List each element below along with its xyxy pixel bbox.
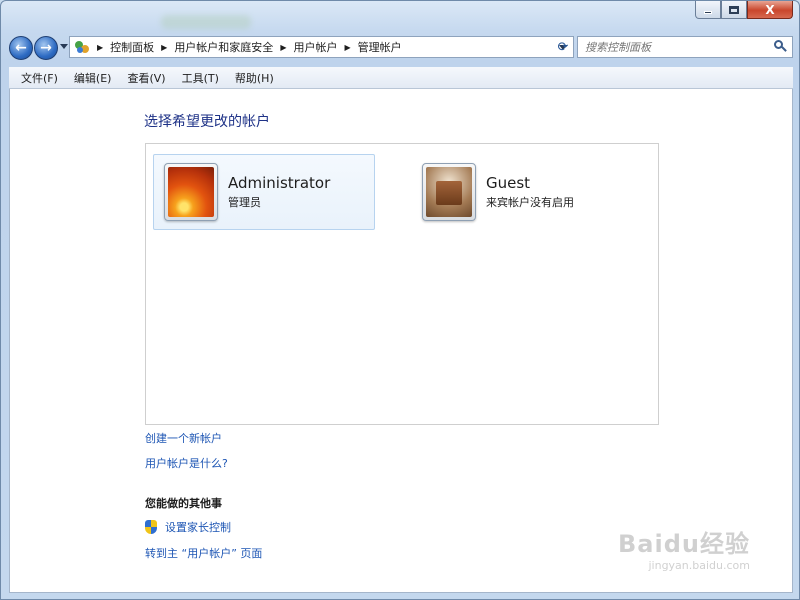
menu-bar: 文件(F) 编辑(E) 查看(V) 工具(T) 帮助(H) — [9, 67, 793, 89]
refresh-icon: ⟳ — [557, 39, 569, 55]
chevron-right-icon[interactable]: ▶ — [344, 43, 350, 52]
avatar — [164, 163, 218, 221]
maximize-button[interactable] — [721, 1, 747, 19]
close-icon: X — [765, 2, 775, 17]
recent-pages-dropdown[interactable] — [60, 44, 68, 49]
page-title: 选择希望更改的帐户 — [144, 114, 270, 130]
briefcase-avatar-icon — [426, 167, 472, 217]
menu-help[interactable]: 帮助(H) — [227, 70, 282, 86]
create-account-link[interactable]: 创建一个新帐户 — [145, 430, 222, 446]
watermark-logo: Baidu经验 — [618, 530, 750, 558]
breadcrumb-user-accounts[interactable]: 用户帐户 — [293, 39, 337, 55]
account-administrator[interactable]: Administrator 管理员 — [153, 154, 375, 230]
menu-tools[interactable]: 工具(T) — [174, 70, 227, 86]
forward-arrow-icon: → — [40, 40, 52, 56]
avatar — [422, 163, 476, 221]
refresh-button[interactable]: ⟳ — [553, 37, 573, 57]
other-tasks-heading: 您能做的其他事 — [145, 497, 222, 510]
search-icon[interactable] — [771, 38, 789, 56]
goto-user-accounts-link[interactable]: 转到主 “用户帐户” 页面 — [145, 545, 262, 561]
chevron-right-icon[interactable]: ▶ — [280, 43, 286, 52]
back-arrow-icon: ← — [15, 40, 27, 56]
breadcrumb-control-panel[interactable]: 控制面板 — [110, 39, 154, 55]
parental-control-link[interactable]: 设置家长控制 — [145, 519, 231, 535]
title-ghost — [161, 15, 251, 29]
what-is-user-account-link[interactable]: 用户帐户是什么? — [145, 455, 228, 471]
maximize-icon — [729, 5, 739, 14]
account-name: Guest — [486, 174, 531, 192]
address-bar[interactable]: ▶ 控制面板 ▶ 用户帐户和家庭安全 ▶ 用户帐户 ▶ 管理帐户 — [69, 36, 574, 58]
minimize-button[interactable] — [695, 1, 721, 19]
chevron-right-icon[interactable]: ▶ — [161, 43, 167, 52]
flower-avatar-icon — [168, 167, 214, 217]
control-panel-window: X ← → ▶ 控制面板 ▶ 用户帐户和家庭安全 ▶ 用户帐户 ▶ 管理帐户 ⟳… — [0, 0, 800, 600]
chevron-right-icon[interactable]: ▶ — [97, 43, 103, 52]
search-box[interactable] — [577, 36, 793, 58]
close-button[interactable]: X — [747, 1, 793, 19]
content-area: 选择希望更改的帐户 Administrator 管理员 Guest 来宾帐户没有… — [9, 89, 793, 593]
menu-edit[interactable]: 编辑(E) — [66, 70, 120, 86]
breadcrumb-user-accounts-family-safety[interactable]: 用户帐户和家庭安全 — [174, 39, 273, 55]
account-list: Administrator 管理员 Guest 来宾帐户没有启用 — [145, 143, 659, 425]
parental-control-label: 设置家长控制 — [165, 521, 231, 534]
window-controls: X — [695, 1, 793, 19]
breadcrumb-manage-accounts[interactable]: 管理帐户 — [358, 39, 402, 55]
account-name: Administrator — [228, 174, 331, 192]
account-type: 管理员 — [228, 196, 261, 209]
back-button[interactable]: ← — [9, 36, 33, 60]
account-guest[interactable]: Guest 来宾帐户没有启用 — [411, 154, 633, 230]
watermark: Baidu经验 jingyan.baidu.com — [618, 524, 750, 572]
account-status: 来宾帐户没有启用 — [486, 196, 574, 209]
shield-icon — [145, 520, 157, 534]
control-panel-icon — [74, 39, 90, 55]
search-input[interactable] — [578, 38, 771, 56]
navigation-bar: ← → ▶ 控制面板 ▶ 用户帐户和家庭安全 ▶ 用户帐户 ▶ 管理帐户 ⟳ — [9, 34, 793, 62]
minimize-icon — [704, 11, 712, 14]
menu-file[interactable]: 文件(F) — [13, 70, 66, 86]
menu-view[interactable]: 查看(V) — [119, 70, 173, 86]
forward-button[interactable]: → — [34, 36, 58, 60]
watermark-url: jingyan.baidu.com — [648, 559, 750, 572]
